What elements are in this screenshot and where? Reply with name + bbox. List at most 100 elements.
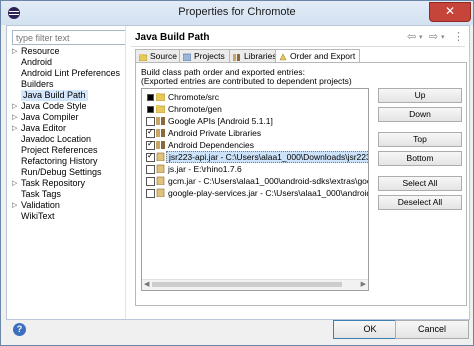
tree-row-java-compiler[interactable]: ▷ Java Compiler xyxy=(7,112,123,123)
filter-input[interactable] xyxy=(12,30,126,45)
up-button[interactable]: Up xyxy=(378,88,462,103)
tree-item-label: Java Compiler xyxy=(21,112,79,122)
tab-projects[interactable]: Projects xyxy=(179,49,230,63)
dialog-footer: ? OK Cancel xyxy=(1,319,473,345)
tab-source[interactable]: Source xyxy=(135,49,182,63)
title-bar[interactable]: Properties for Chromote ✕ xyxy=(1,1,473,25)
list-item-selected[interactable]: jsr223-api.jar - C:\Users\alaa1_000\Down… xyxy=(142,151,368,163)
tree-item-label: Validation xyxy=(21,200,60,210)
checkbox-checked[interactable] xyxy=(146,139,155,150)
list-item[interactable]: Google APIs [Android 5.1.1] xyxy=(142,115,368,127)
jar-icon xyxy=(156,164,165,173)
list-item[interactable]: Android Private Libraries xyxy=(142,127,368,139)
source-folder-icon xyxy=(139,54,147,61)
list-item[interactable]: Chromote/gen xyxy=(142,103,368,115)
list-item[interactable]: js.jar - E:\rhino1.7.6 xyxy=(142,163,368,175)
entry-label: Android Private Libraries xyxy=(168,128,262,138)
checkbox[interactable] xyxy=(146,117,155,126)
entry-label: gcm.jar - C:\Users\alaa1_000\android-sdk… xyxy=(168,176,368,186)
list-item[interactable]: google-play-services.jar - C:\Users\alaa… xyxy=(142,187,368,199)
tree-item-label: Resource xyxy=(21,46,60,56)
page-title: Java Build Path xyxy=(135,32,210,43)
forward-arrow-icon[interactable]: ⇨ xyxy=(429,30,438,43)
tree-item-refactoring-history[interactable]: Refactoring History xyxy=(21,156,98,167)
help-icon[interactable]: ? xyxy=(13,323,26,336)
back-dropdown-icon[interactable]: ▾ xyxy=(419,33,423,41)
entry-label: js.jar - E:\rhino1.7.6 xyxy=(168,164,242,174)
jar-icon xyxy=(156,188,165,197)
properties-window: Properties for Chromote ✕ ▷ Resource And… xyxy=(0,0,474,346)
tree-row-task-repository[interactable]: ▷ Task Repository xyxy=(7,178,123,189)
select-all-button[interactable]: Select All xyxy=(378,176,462,191)
library-icon xyxy=(156,141,165,149)
tree-row-validation[interactable]: ▷ Validation xyxy=(7,200,123,211)
tab-label: Projects xyxy=(194,51,225,61)
library-icon xyxy=(156,129,165,137)
tree-item-task-tags[interactable]: Task Tags xyxy=(21,189,61,200)
expand-arrow-icon[interactable]: ▷ xyxy=(12,47,17,55)
tree-row-resource[interactable]: ▷ Resource xyxy=(7,46,123,57)
cancel-button[interactable]: Cancel xyxy=(395,320,469,339)
tree-item-label: Java Editor xyxy=(21,123,67,133)
tree-item-builders[interactable]: Builders xyxy=(21,79,54,90)
scroll-right-icon[interactable]: ▶ xyxy=(361,280,366,288)
view-menu-icon[interactable]: ⋮ xyxy=(453,30,464,43)
tab-libraries[interactable]: Libraries xyxy=(229,49,282,63)
source-folder-icon xyxy=(156,105,165,113)
build-path-entries-list[interactable]: Chromote/src Chromote/gen Google APIs [A… xyxy=(141,88,369,291)
list-item[interactable]: Chromote/src xyxy=(142,91,368,103)
checkbox[interactable] xyxy=(146,177,155,186)
panel-splitter[interactable] xyxy=(125,26,126,319)
tree-row-java-editor[interactable]: ▷ Java Editor xyxy=(7,123,123,134)
expand-arrow-icon[interactable]: ▷ xyxy=(12,124,17,132)
scrollbar-thumb[interactable] xyxy=(152,282,342,287)
tree-item-java-build-path[interactable]: Java Build Path xyxy=(21,90,88,101)
tree-item-project-references[interactable]: Project References xyxy=(21,145,98,156)
checkbox-checked[interactable] xyxy=(146,127,155,138)
entry-label: jsr223-api.jar - C:\Users\alaa1_000\Down… xyxy=(166,151,368,163)
tree-item-javadoc-location[interactable]: Javadoc Location xyxy=(21,134,91,145)
list-item[interactable]: gcm.jar - C:\Users\alaa1_000\android-sdk… xyxy=(142,175,368,187)
checkbox-partial[interactable] xyxy=(147,94,154,101)
library-icon xyxy=(156,117,165,125)
entry-label: Google APIs [Android 5.1.1] xyxy=(168,116,273,126)
checkbox[interactable] xyxy=(146,189,155,198)
checkbox-checked[interactable] xyxy=(146,151,155,162)
expand-arrow-icon[interactable]: ▷ xyxy=(12,102,17,110)
entry-label: Android Dependencies xyxy=(168,140,255,150)
tree-item-android[interactable]: Android xyxy=(21,57,52,68)
horizontal-scrollbar[interactable]: ◀ ▶ xyxy=(142,279,368,290)
bottom-button[interactable]: Bottom xyxy=(378,151,462,166)
description-line-2: (Exported entries are contributed to dep… xyxy=(141,76,352,86)
projects-icon xyxy=(183,53,191,61)
back-arrow-icon[interactable]: ⇦ xyxy=(407,30,416,43)
down-button[interactable]: Down xyxy=(378,107,462,122)
jar-icon xyxy=(156,176,165,185)
checkbox-partial[interactable] xyxy=(147,106,154,113)
tree-row-java-code-style[interactable]: ▷ Java Code Style xyxy=(7,101,123,112)
header-divider xyxy=(131,46,465,47)
top-button[interactable]: Top xyxy=(378,132,462,147)
close-button[interactable]: ✕ xyxy=(429,2,471,22)
tab-label: Order and Export xyxy=(290,51,356,61)
entry-label: Chromote/gen xyxy=(168,104,222,114)
expand-arrow-icon[interactable]: ▷ xyxy=(12,201,17,209)
entry-label: Chromote/src xyxy=(168,92,220,102)
expand-arrow-icon[interactable]: ▷ xyxy=(12,113,17,121)
forward-dropdown-icon[interactable]: ▾ xyxy=(441,33,445,41)
checkbox[interactable] xyxy=(146,165,155,174)
deselect-all-button[interactable]: Deselect All xyxy=(378,195,462,210)
tree-item-wikitext[interactable]: WikiText xyxy=(21,211,55,222)
tree-item-label: Java Code Style xyxy=(21,101,87,111)
list-item[interactable]: Android Dependencies xyxy=(142,139,368,151)
expand-arrow-icon[interactable]: ▷ xyxy=(12,179,17,187)
dialog-content: ▷ Resource Android Android Lint Preferen… xyxy=(6,25,470,320)
window-title: Properties for Chromote xyxy=(178,6,296,18)
source-folder-icon xyxy=(156,93,165,101)
tab-label: Source xyxy=(150,51,177,61)
libraries-icon xyxy=(233,54,240,61)
order-export-icon xyxy=(279,53,287,61)
tree-item-android-lint[interactable]: Android Lint Preferences xyxy=(21,68,120,79)
tree-item-run-debug-settings[interactable]: Run/Debug Settings xyxy=(21,167,102,178)
scroll-left-icon[interactable]: ◀ xyxy=(144,280,149,288)
